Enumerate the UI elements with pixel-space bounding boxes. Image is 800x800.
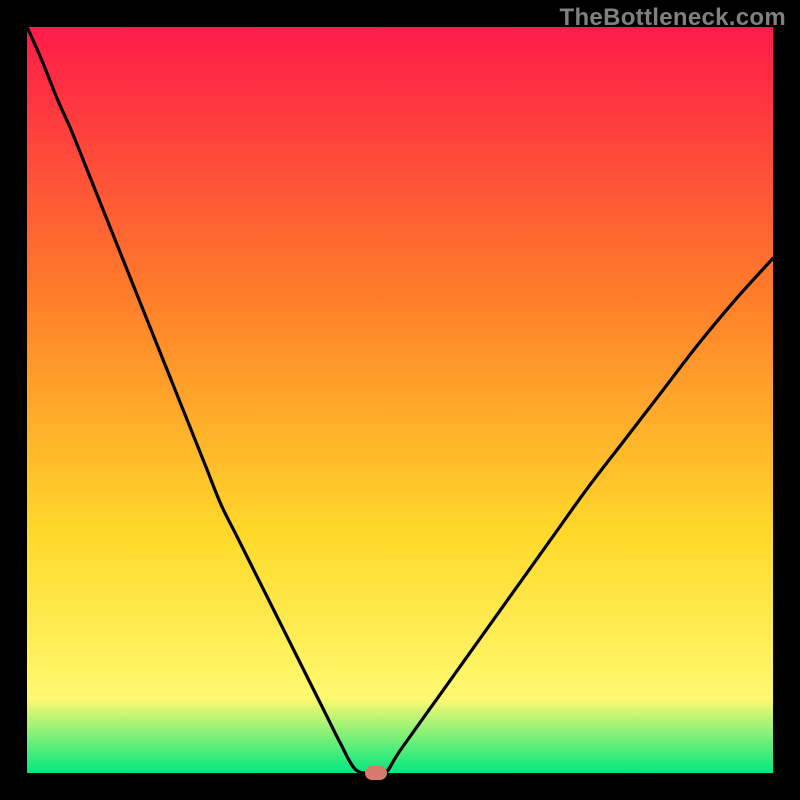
optimal-point-marker [365, 766, 387, 780]
curve-path [27, 27, 773, 773]
watermark-text: TheBottleneck.com [560, 4, 786, 32]
chart-frame: TheBottleneck.com [0, 0, 800, 800]
bottleneck-curve [27, 27, 773, 773]
plot-area [27, 27, 773, 773]
